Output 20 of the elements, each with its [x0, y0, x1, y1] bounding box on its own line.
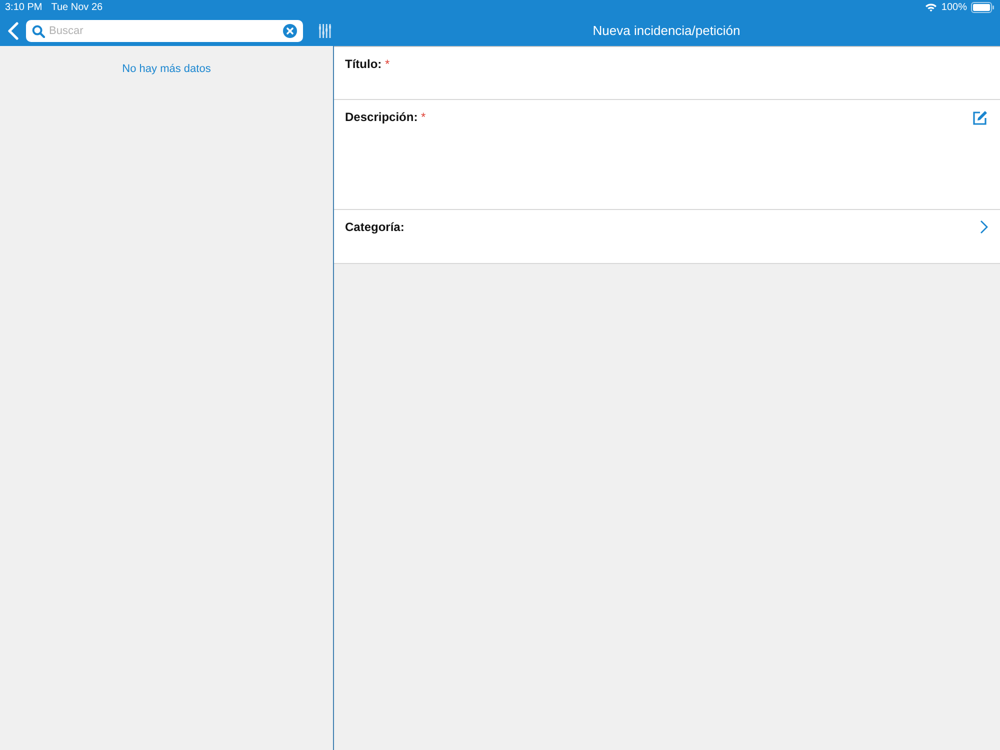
status-date: Tue Nov 26 — [51, 2, 103, 13]
status-time: 3:10 PM — [5, 2, 42, 13]
field-label: Título: * — [345, 57, 390, 71]
field-label: Descripción: * — [345, 110, 426, 124]
search-field[interactable]: Buscar — [26, 20, 303, 42]
search-icon — [32, 24, 45, 38]
form-field[interactable]: Descripción: * — [334, 100, 1000, 210]
back-icon[interactable] — [7, 22, 19, 40]
page-title: Nueva incidencia/petición — [592, 23, 742, 38]
picker-row[interactable]: Categoría: — [334, 210, 1000, 264]
empty-message: No hay más datos — [121, 63, 212, 75]
form-field[interactable]: Título: * — [334, 47, 1000, 100]
field-label: Categoría: — [345, 220, 404, 234]
wifi-icon — [925, 3, 938, 12]
chevron-right-icon — [980, 220, 988, 234]
battery-icon — [971, 2, 995, 13]
battery-percent: 100% — [941, 2, 967, 13]
sliders-icon[interactable] — [319, 24, 331, 38]
clear-icon[interactable] — [283, 24, 297, 38]
edit-icon[interactable] — [972, 110, 988, 126]
